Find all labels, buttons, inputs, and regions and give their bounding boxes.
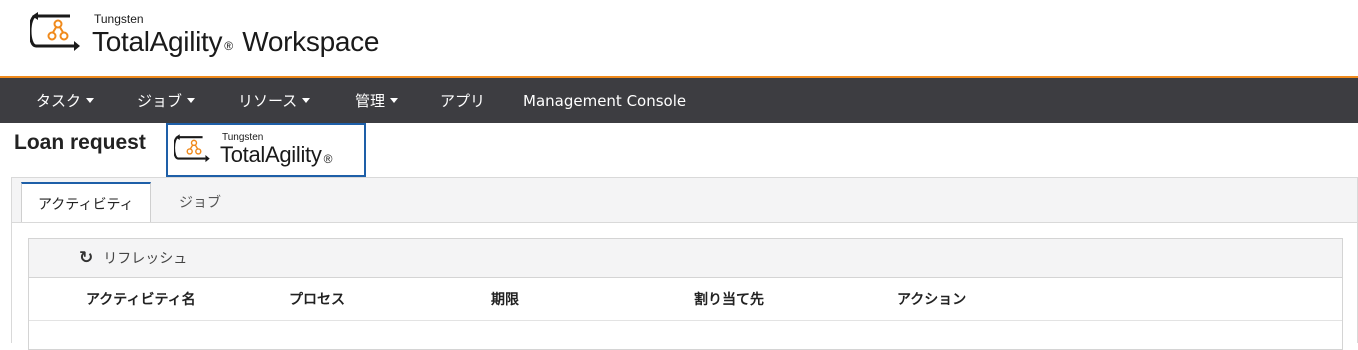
caret-down-icon bbox=[390, 98, 399, 103]
tab-label: アクティビティ bbox=[38, 196, 134, 213]
caret-down-icon bbox=[302, 98, 311, 103]
brand-suffix: Workspace bbox=[242, 26, 380, 57]
caret-down-icon bbox=[86, 98, 95, 103]
brand-name: TotalAgility bbox=[92, 26, 223, 57]
nav-item-label: タスク bbox=[36, 92, 82, 110]
nav-item-apps[interactable]: アプリ bbox=[440, 78, 485, 123]
nav-item-label: 管理 bbox=[355, 92, 386, 110]
nav-item-label: アプリ bbox=[440, 92, 486, 110]
nav-item-resources[interactable]: リソース bbox=[238, 78, 311, 123]
grid-toolbar: ↻ リフレッシュ bbox=[29, 239, 1342, 278]
activity-grid: ↻ リフレッシュ アクティビティ名 プロセス 期限 割り当て先 アクション bbox=[28, 238, 1343, 350]
tab-panel: アクティビティ ジョブ ↻ リフレッシュ アクティビティ名 プロセス 期限 割り… bbox=[11, 177, 1358, 350]
nav-item-label: リソース bbox=[238, 92, 298, 110]
tab-jobs[interactable]: ジョブ bbox=[163, 182, 237, 222]
nav-item-jobs[interactable]: ジョブ bbox=[137, 78, 196, 123]
logo-registered-mark: ® bbox=[323, 152, 333, 166]
nav-item-tasks[interactable]: タスク bbox=[36, 78, 95, 123]
tab-label: ジョブ bbox=[179, 195, 221, 211]
nav-item-admin[interactable]: 管理 bbox=[355, 78, 399, 123]
workflow-logo-icon bbox=[30, 12, 80, 51]
grid-header-row: アクティビティ名 プロセス 期限 割り当て先 アクション bbox=[29, 278, 1342, 321]
brand-small-text: Tungsten bbox=[94, 12, 144, 26]
column-header-due-date[interactable]: 期限 bbox=[491, 278, 519, 320]
nav-item-label: Management Console bbox=[523, 91, 687, 110]
nav-item-label: ジョブ bbox=[137, 92, 183, 110]
column-header-process[interactable]: プロセス bbox=[289, 278, 345, 320]
page-title: Loan request bbox=[14, 131, 146, 154]
brand-registered-mark: ® bbox=[224, 39, 233, 53]
tab-content: ↻ リフレッシュ アクティビティ名 プロセス 期限 割り当て先 アクション bbox=[12, 222, 1357, 350]
process-logo: Tungsten TotalAgility ® bbox=[166, 123, 366, 177]
column-header-assigned-to[interactable]: 割り当て先 bbox=[694, 278, 764, 320]
brand-logo[interactable]: Tungsten TotalAgility ® Workspace bbox=[30, 10, 379, 58]
column-header-activity-name[interactable]: アクティビティ名 bbox=[86, 278, 196, 320]
app-header: Tungsten TotalAgility ® Workspace bbox=[0, 0, 1358, 76]
main-navbar: タスク ジョブ リソース 管理 アプリ Management Console bbox=[0, 78, 1358, 123]
nav-item-management-console[interactable]: Management Console bbox=[523, 78, 686, 123]
caret-down-icon bbox=[187, 98, 196, 103]
logo-name: TotalAgility bbox=[220, 142, 322, 167]
refresh-label: リフレッシュ bbox=[103, 251, 188, 267]
page-header: Loan request Tungsten TotalAgility ® bbox=[14, 123, 1354, 179]
refresh-button[interactable]: ↻ リフレッシュ bbox=[79, 239, 187, 277]
column-header-actions[interactable]: アクション bbox=[897, 278, 966, 320]
refresh-icon: ↻ bbox=[79, 248, 94, 268]
tab-activities[interactable]: アクティビティ bbox=[21, 182, 151, 223]
workflow-logo-icon bbox=[174, 134, 210, 163]
